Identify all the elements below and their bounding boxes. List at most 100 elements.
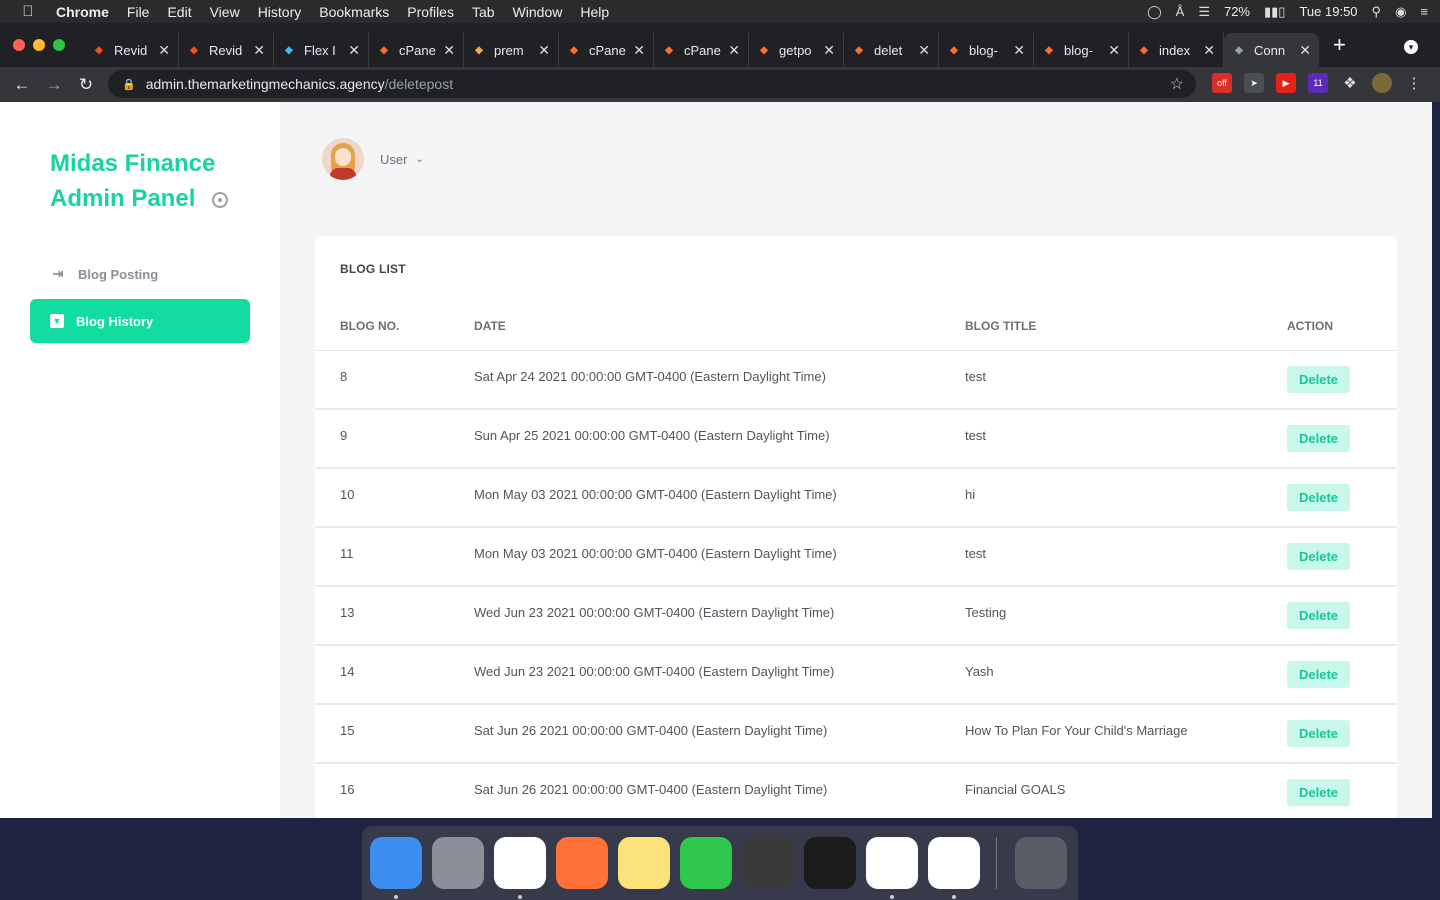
browser-tab[interactable]: ◆ index ✕ (1129, 33, 1224, 67)
cell-blog-title: Testing (965, 605, 1007, 620)
close-tab-icon[interactable]: ✕ (443, 42, 455, 59)
bluetooth-icon[interactable]: Å (1176, 4, 1185, 19)
chrome-menu-icon[interactable]: ⋮ (1404, 73, 1424, 93)
battery-icon[interactable]: ▮▮▯ (1264, 4, 1285, 20)
sublime-text-icon[interactable] (742, 837, 794, 889)
siri-icon[interactable]: ◉ (1395, 4, 1406, 20)
extension-badge-icon[interactable]: 11 (1308, 73, 1328, 93)
menu-edit[interactable]: Edit (167, 4, 191, 20)
trash-icon[interactable] (1015, 837, 1067, 889)
menu-view[interactable]: View (210, 4, 240, 20)
cell-blog-title: hi (965, 487, 976, 502)
close-tab-icon[interactable]: ✕ (823, 42, 835, 59)
extensions-puzzle-icon[interactable]: ❖ (1340, 73, 1360, 93)
cpanel-icon: ◆ (570, 44, 578, 56)
browser-tab[interactable]: ◆ blog- ✕ (939, 33, 1034, 67)
running-indicator (518, 895, 522, 899)
delete-button[interactable]: Delete (1287, 484, 1350, 511)
chrome-icon[interactable] (494, 837, 546, 899)
delete-button[interactable]: Delete (1287, 661, 1350, 688)
tab-search-icon[interactable]: ▾ (1404, 40, 1418, 54)
reload-button[interactable]: ↻ (70, 75, 102, 95)
close-tab-icon[interactable]: ✕ (1108, 42, 1120, 59)
control-center-icon[interactable]: ≡ (1420, 4, 1428, 19)
close-tab-icon[interactable]: ✕ (633, 42, 645, 59)
close-tab-icon[interactable]: ✕ (253, 42, 265, 59)
facetime-icon[interactable] (680, 837, 732, 889)
delete-button[interactable]: Delete (1287, 543, 1350, 570)
globe-icon: ◆ (1235, 44, 1243, 56)
delete-button[interactable]: Delete (1287, 366, 1350, 393)
menu-bookmarks[interactable]: Bookmarks (319, 4, 389, 20)
menu-app-name[interactable]: Chrome (56, 4, 109, 20)
browser-tab[interactable]: ◆ Flex I ✕ (274, 33, 369, 67)
tab-title: blog- (1064, 42, 1093, 58)
bookmark-star-icon[interactable]: ☆ (1170, 74, 1184, 94)
table-row: 15 Sat Jun 26 2021 00:00:00 GMT-0400 (Eas… (315, 705, 1397, 764)
user-menu[interactable]: User ⌄ (322, 138, 424, 180)
new-tab-button[interactable]: + (1333, 28, 1346, 62)
menu-file[interactable]: File (127, 4, 150, 20)
launchpad-icon[interactable] (432, 837, 484, 889)
card-title: BLOG LIST (340, 262, 406, 276)
close-tab-icon[interactable]: ✕ (1013, 42, 1025, 59)
apple-icon[interactable]:  (0, 3, 56, 20)
delete-button[interactable]: Delete (1287, 602, 1350, 629)
sidebar-toggle-icon[interactable] (212, 192, 228, 208)
browser-tab[interactable]: ◆ getpo ✕ (749, 33, 844, 67)
cell-blog-no: 9 (340, 428, 348, 443)
browser-tab[interactable]: ◆ Conn ✕ (1224, 33, 1319, 67)
sidebar-item-blog-history[interactable]: ▼ Blog History (30, 299, 250, 343)
finder-icon[interactable] (370, 837, 422, 899)
close-window-button[interactable] (13, 39, 25, 51)
back-button[interactable]: ← (6, 75, 38, 95)
close-tab-icon[interactable]: ✕ (158, 42, 170, 59)
browser-tab[interactable]: ◆ delet ✕ (844, 33, 939, 67)
vscode-icon[interactable] (866, 837, 918, 899)
minimize-window-button[interactable] (33, 39, 45, 51)
close-tab-icon[interactable]: ✕ (918, 42, 930, 59)
browser-tab[interactable]: ◆ Revid ✕ (84, 33, 179, 67)
cell-blog-title: Yash (965, 664, 994, 679)
browser-tab[interactable]: ◆ cPane ✕ (369, 33, 464, 67)
browser-tab[interactable]: ◆ prem ✕ (464, 33, 559, 67)
extension-off-icon[interactable]: off (1212, 73, 1232, 93)
profile-avatar[interactable] (1372, 73, 1392, 93)
menu-profiles[interactable]: Profiles (407, 4, 454, 20)
browser-tab[interactable]: ◆ blog- ✕ (1034, 33, 1129, 67)
extension-plane-icon[interactable]: ➤ (1244, 73, 1264, 93)
lock-icon[interactable]: 🔒 (122, 78, 136, 91)
slack-icon[interactable] (928, 837, 980, 899)
menu-help[interactable]: Help (580, 4, 609, 20)
premium-icon: ◆ (475, 44, 483, 56)
close-tab-icon[interactable]: ✕ (1203, 42, 1215, 59)
running-indicator (952, 895, 956, 899)
zoom-window-button[interactable] (53, 39, 65, 51)
browser-tab[interactable]: ◆ Revid ✕ (179, 33, 274, 67)
close-tab-icon[interactable]: ✕ (348, 42, 360, 59)
wifi-icon[interactable]: ☰ (1198, 4, 1210, 20)
menu-tab[interactable]: Tab (472, 4, 495, 20)
firefox-icon[interactable] (556, 837, 608, 889)
notes-icon[interactable] (618, 837, 670, 889)
delete-button[interactable]: Delete (1287, 720, 1350, 747)
close-tab-icon[interactable]: ✕ (728, 42, 740, 59)
menu-clock[interactable]: Tue 19:50 (1299, 4, 1357, 19)
delete-button[interactable]: Delete (1287, 779, 1350, 806)
menu-history[interactable]: History (258, 4, 302, 20)
spotlight-search-icon[interactable]: ⚲ (1372, 4, 1382, 20)
extension-youtube-icon[interactable]: ▶ (1276, 73, 1296, 93)
terminal-icon[interactable] (804, 837, 856, 889)
cell-date: Mon May 03 2021 00:00:00 GMT-0400 (Easte… (474, 487, 837, 502)
forward-button[interactable]: → (38, 75, 70, 95)
menu-window[interactable]: Window (513, 4, 563, 20)
address-bar[interactable]: 🔒 admin.themarketingmechanics.agency/del… (108, 70, 1196, 98)
creative-cloud-icon[interactable]: ◯ (1147, 4, 1162, 20)
browser-tab[interactable]: ◆ cPane ✕ (654, 33, 749, 67)
browser-tab[interactable]: ◆ cPane ✕ (559, 33, 654, 67)
cpanel-icon: ◆ (855, 44, 863, 56)
close-tab-icon[interactable]: ✕ (538, 42, 550, 59)
sidebar-item-blog-posting[interactable]: ⇥ Blog Posting (30, 252, 250, 296)
close-tab-icon[interactable]: ✕ (1299, 42, 1311, 59)
delete-button[interactable]: Delete (1287, 425, 1350, 452)
